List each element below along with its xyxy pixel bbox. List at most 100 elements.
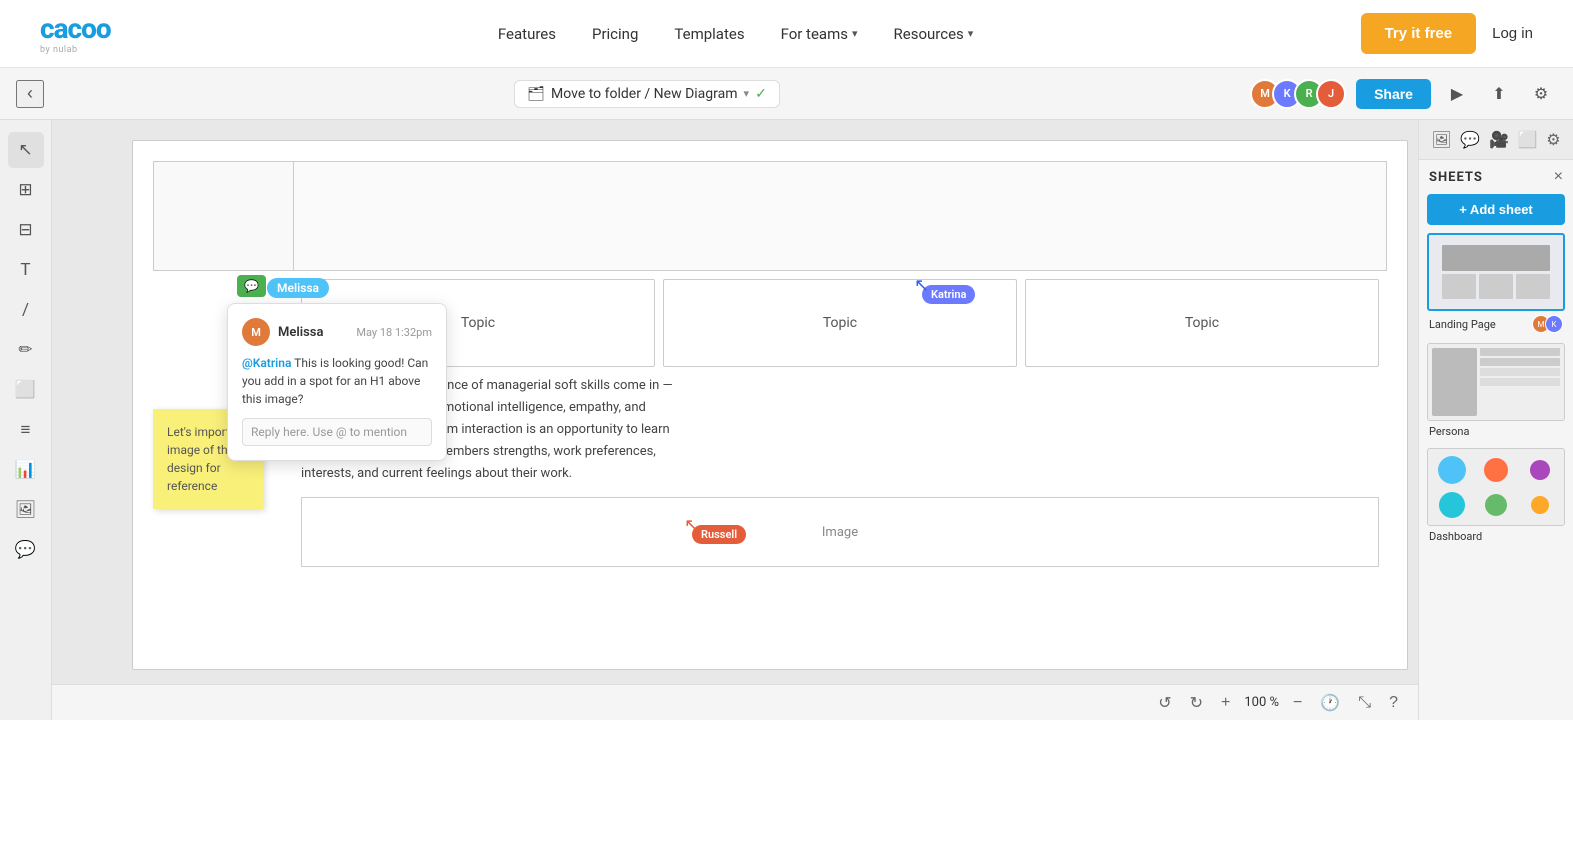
share-button[interactable]: Share bbox=[1356, 79, 1431, 109]
wireframe-main-block bbox=[294, 162, 1386, 270]
comment-reply-input[interactable]: Reply here. Use @ to mention bbox=[242, 418, 432, 446]
folder-path-text: Move to folder / New Diagram bbox=[551, 86, 737, 102]
nav-actions: Try it free Log in bbox=[1361, 13, 1533, 54]
comment-time: May 18 1:32pm bbox=[356, 326, 432, 339]
export-button[interactable]: ⬆ bbox=[1483, 78, 1515, 110]
sheet-label-landing: Landing Page M K bbox=[1427, 315, 1565, 333]
comment-indicator[interactable]: 💬 M Melissa May 18 1:32pm @Katrina This … bbox=[237, 275, 266, 297]
comment-popup: M Melissa May 18 1:32pm @Katrina This is… bbox=[227, 303, 447, 461]
sheets-close-button[interactable]: × bbox=[1554, 168, 1563, 186]
comment-text: @Katrina This is looking good! Can you a… bbox=[242, 354, 432, 408]
zoom-level: 100 % bbox=[1244, 695, 1279, 710]
try-free-button[interactable]: Try it free bbox=[1361, 13, 1477, 54]
image-placeholder[interactable]: Image bbox=[301, 497, 1379, 567]
russell-cursor: ↖ Russell bbox=[692, 525, 746, 544]
panel-icon-comment[interactable]: 💬 bbox=[1460, 130, 1480, 149]
sheet-thumb-persona bbox=[1427, 343, 1565, 421]
bottom-bar: ↺ ↻ + 100 % − 🕐 ⤡ ? bbox=[52, 684, 1418, 720]
wireframe-header bbox=[153, 161, 1387, 271]
tool-rectangle[interactable]: ⬜ bbox=[8, 372, 44, 408]
sheet-label-dashboard: Dashboard bbox=[1427, 530, 1565, 543]
sheet-thumb-dashboard bbox=[1427, 448, 1565, 526]
topic-label-1: Topic bbox=[461, 315, 495, 331]
topic-label-2: Topic bbox=[823, 315, 857, 331]
nav-link-pricing[interactable]: Pricing bbox=[592, 25, 638, 43]
panel-icon-page[interactable]: 🖼 bbox=[1431, 130, 1451, 149]
folder-icon: 🗂 bbox=[527, 86, 545, 102]
main-row: ↖ ⊞ ⊟ T / ✏ ⬜ ≡ 📊 🖼 💬 💬 M bbox=[0, 120, 1573, 720]
redo-button[interactable]: ↻ bbox=[1186, 691, 1207, 715]
nav-link-features[interactable]: Features bbox=[498, 25, 556, 43]
panel-icon-video[interactable]: 🎥 bbox=[1489, 130, 1509, 149]
katrina-name-badge: Katrina bbox=[922, 285, 975, 304]
app-container: ‹ 🗂 Move to folder / New Diagram ▾ ✓ M K… bbox=[0, 68, 1573, 720]
left-toolbar: ↖ ⊞ ⊟ T / ✏ ⬜ ≡ 📊 🖼 💬 bbox=[0, 120, 52, 720]
login-button[interactable]: Log in bbox=[1492, 25, 1533, 42]
topic-box-3[interactable]: Topic bbox=[1025, 279, 1379, 367]
settings-button[interactable]: ⚙ bbox=[1525, 78, 1557, 110]
dropdown-arrow-icon: ▾ bbox=[744, 87, 750, 100]
sheets-panel-header: SHEETS × bbox=[1419, 160, 1573, 194]
tool-image[interactable]: 🖼 bbox=[8, 492, 44, 528]
nav-link-templates[interactable]: Templates bbox=[674, 25, 744, 43]
panel-type-icons: 🖼 💬 🎥 ⬜ ⚙ bbox=[1419, 120, 1573, 160]
toolbar-left: ‹ bbox=[16, 80, 44, 108]
right-panel: 🖼 💬 🎥 ⬜ ⚙ SHEETS × + Add sheet bbox=[1418, 120, 1573, 720]
sheet-thumb-landing bbox=[1427, 233, 1565, 311]
sheet-name-landing: Landing Page bbox=[1429, 318, 1496, 331]
add-sheet-button[interactable]: + Add sheet bbox=[1427, 194, 1565, 225]
logo-subtext: by nulab bbox=[40, 45, 78, 55]
toolbar-center: 🗂 Move to folder / New Diagram ▾ ✓ bbox=[514, 80, 780, 108]
tool-select[interactable]: ↖ bbox=[8, 132, 44, 168]
history-button[interactable]: 🕐 bbox=[1316, 691, 1344, 715]
katrina-cursor: ↖ Katrina bbox=[922, 285, 975, 304]
commenter-avatar: M bbox=[242, 318, 270, 346]
collaborator-avatars: M K R J bbox=[1250, 79, 1346, 109]
zoom-out-button[interactable]: − bbox=[1289, 692, 1306, 714]
top-toolbar: ‹ 🗂 Move to folder / New Diagram ▾ ✓ M K… bbox=[0, 68, 1573, 120]
tool-comment[interactable]: 💬 bbox=[8, 532, 44, 568]
nav-link-for-teams[interactable]: For teams bbox=[781, 25, 858, 43]
topic-label-3: Topic bbox=[1185, 315, 1219, 331]
check-icon: ✓ bbox=[755, 86, 767, 102]
tool-chart[interactable]: 📊 bbox=[8, 452, 44, 488]
panel-icon-copy[interactable]: ⬜ bbox=[1518, 130, 1538, 149]
nav-link-resources[interactable]: Resources bbox=[894, 25, 974, 43]
help-button[interactable]: ? bbox=[1385, 692, 1402, 714]
sheet-avatar-2: K bbox=[1545, 315, 1563, 333]
nav-bar: cacoo by nulab Features Pricing Template… bbox=[0, 0, 1573, 68]
tool-shapes[interactable]: ⊟ bbox=[8, 212, 44, 248]
canvas-area[interactable]: 💬 M Melissa May 18 1:32pm @Katrina This … bbox=[52, 120, 1418, 720]
image-label: Image bbox=[822, 525, 858, 540]
tool-text[interactable]: T bbox=[8, 252, 44, 288]
russell-name-badge: Russell bbox=[692, 525, 746, 544]
sheet-dashboard[interactable]: Dashboard bbox=[1427, 448, 1565, 543]
zoom-in-button[interactable]: + bbox=[1217, 692, 1234, 714]
chat-icon: 💬 bbox=[244, 279, 259, 293]
tool-pencil[interactable]: ✏ bbox=[8, 332, 44, 368]
sheet-label-persona: Persona bbox=[1427, 425, 1565, 438]
sheets-title: SHEETS bbox=[1429, 170, 1483, 185]
fit-button[interactable]: ⤡ bbox=[1354, 692, 1375, 714]
folder-path[interactable]: 🗂 Move to folder / New Diagram ▾ ✓ bbox=[514, 80, 780, 108]
panel-icon-settings[interactable]: ⚙ bbox=[1546, 130, 1560, 149]
play-button[interactable]: ▶ bbox=[1441, 78, 1473, 110]
katrina-cursor-arrow: ↖ bbox=[914, 275, 929, 296]
comment-header: M Melissa May 18 1:32pm bbox=[242, 318, 432, 346]
right-content: Topic Topic Topic bbox=[293, 279, 1387, 629]
wireframe-sidebar-block bbox=[154, 162, 294, 270]
sheet-landing-page[interactable]: Landing Page M K bbox=[1427, 233, 1565, 333]
sheet-persona[interactable]: Persona bbox=[1427, 343, 1565, 438]
commenter-name: Melissa bbox=[278, 325, 323, 340]
tool-list[interactable]: ≡ bbox=[8, 412, 44, 448]
topic-row: Topic Topic Topic bbox=[301, 279, 1379, 367]
undo-button[interactable]: ↺ bbox=[1154, 691, 1175, 715]
back-button[interactable]: ‹ bbox=[16, 80, 44, 108]
logo[interactable]: cacoo by nulab bbox=[40, 12, 111, 55]
nav-links: Features Pricing Templates For teams Res… bbox=[498, 25, 973, 43]
comment-mention: @Katrina bbox=[242, 356, 291, 370]
comment-icon[interactable]: 💬 bbox=[237, 275, 266, 297]
logo-text: cacoo bbox=[40, 12, 111, 45]
tool-table[interactable]: ⊞ bbox=[8, 172, 44, 208]
tool-line[interactable]: / bbox=[8, 292, 44, 328]
